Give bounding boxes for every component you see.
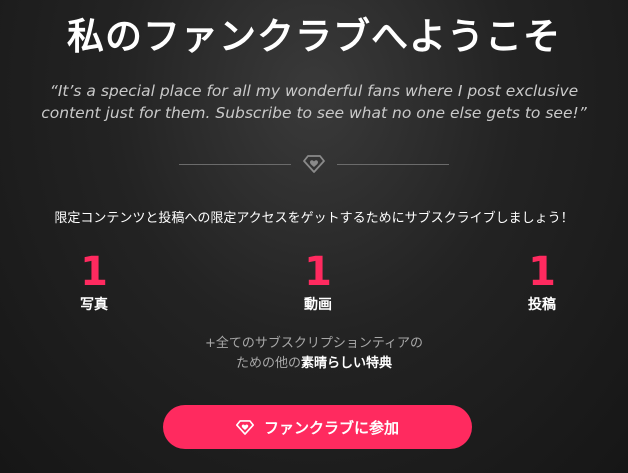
stat-videos: 1 動画	[258, 250, 378, 314]
stat-photos: 1 写真	[34, 250, 154, 314]
stat-posts-count: 1	[528, 249, 556, 295]
tier-perks: +全てのサブスクリプションティアの ための他の素晴らしい特典	[0, 334, 628, 374]
stat-photos-label: 写真	[80, 297, 108, 313]
stat-videos-count: 1	[304, 249, 332, 295]
join-fanclub-label: ファンクラブに参加	[263, 418, 399, 437]
stat-photos-count: 1	[80, 249, 108, 295]
page-title: 私のファンクラブへようこそ	[67, 15, 561, 58]
creator-quote: “It’s a special place for all my wonderf…	[41, 82, 587, 122]
diamond-heart-icon	[235, 418, 254, 436]
section-divider	[0, 152, 628, 176]
divider-line-left	[179, 163, 291, 165]
join-fanclub-button[interactable]: ファンクラブに参加	[163, 405, 472, 449]
perks-line-1: +全てのサブスクリプションティアの	[204, 336, 424, 351]
perks-line-2: ための他の素晴らしい特典	[0, 354, 628, 374]
perks-line-2-prefix: ための他の	[235, 356, 301, 371]
divider-line-right	[337, 163, 449, 165]
stat-posts: 1 投稿	[482, 250, 602, 314]
stat-videos-label: 動画	[304, 297, 332, 313]
diamond-heart-icon	[303, 153, 325, 175]
perks-highlight: 素晴らしい特典	[301, 356, 393, 371]
subscribe-subtitle: 限定コンテンツと投稿への限定アクセスをゲットするためにサブスクライブしましょう！	[54, 211, 574, 226]
stat-posts-label: 投稿	[528, 297, 556, 313]
